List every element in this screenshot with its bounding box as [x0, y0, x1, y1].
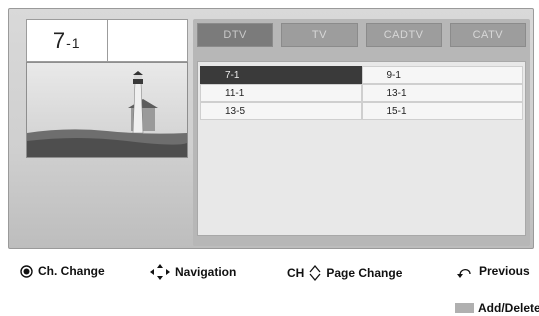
current-channel-cell: 7-1: [27, 20, 107, 61]
channel-preview-image: [26, 62, 188, 158]
tab-cadtv[interactable]: CADTV: [365, 23, 442, 47]
current-channel-number: 7-1: [52, 27, 81, 53]
channel-item[interactable]: 15-1: [361, 102, 523, 120]
channel-item[interactable]: 11-1: [200, 84, 362, 102]
navigation-hint[interactable]: Navigation: [150, 264, 236, 280]
gray-color-key-icon: [455, 303, 474, 313]
add-delete-hint[interactable]: Add/Delete: [455, 301, 539, 315]
back-return-icon: [457, 268, 471, 278]
ok-button-icon: [20, 264, 33, 278]
channel-list-panel: 7-1 DTV TV CADTV CATV 7-1 9-1 11-1 13-1 …: [8, 8, 534, 249]
tab-catv[interactable]: CATV: [449, 23, 526, 47]
four-way-arrows-icon: [150, 264, 170, 280]
previous-label: Previous: [479, 264, 530, 278]
channel-item[interactable]: 7-1: [200, 66, 362, 84]
help-bar: Ch. Change Navigation CH Page Change Pre…: [0, 256, 539, 288]
tab-tv[interactable]: TV: [281, 23, 358, 47]
previous-hint[interactable]: Previous: [456, 264, 530, 278]
channel-list-frame: DTV TV CADTV CATV 7-1 9-1 11-1 13-1 13-5…: [193, 19, 530, 246]
up-down-chevron-icon: [309, 264, 321, 282]
channel-item[interactable]: 13-1: [361, 84, 523, 102]
source-tabs: DTV TV CADTV CATV: [197, 23, 526, 47]
page-change-hint[interactable]: CH Page Change: [287, 264, 402, 282]
ch-change-hint[interactable]: Ch. Change: [20, 264, 105, 278]
page-change-label: Page Change: [326, 266, 403, 280]
lighthouse-image: [27, 63, 187, 157]
channel-grid: 7-1 9-1 11-1 13-1 13-5 15-1: [200, 66, 523, 120]
channel-list: 7-1 9-1 11-1 13-1 13-5 15-1: [197, 61, 526, 236]
current-channel-box: 7-1: [26, 19, 188, 62]
channel-item[interactable]: 9-1: [361, 66, 523, 84]
ch-change-label: Ch. Change: [38, 264, 105, 278]
add-delete-label: Add/Delete: [478, 301, 539, 315]
tab-dtv[interactable]: DTV: [197, 23, 274, 47]
navigation-label: Navigation: [175, 265, 237, 279]
channel-item[interactable]: 13-5: [200, 102, 362, 120]
ch-label: CH: [287, 266, 305, 280]
channel-name-cell: [106, 20, 188, 61]
